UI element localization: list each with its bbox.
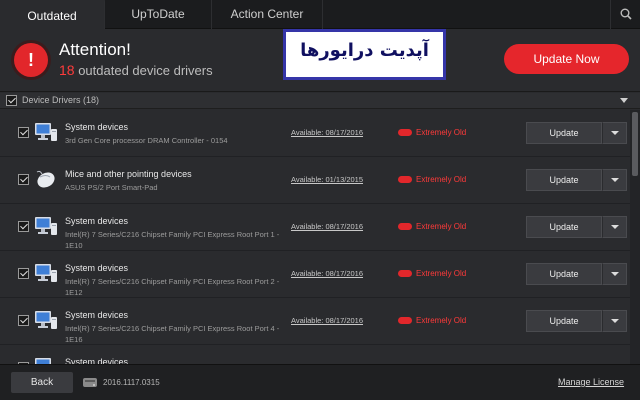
caption-overlay: آپدیت درایورها: [283, 29, 446, 80]
available-date-link[interactable]: Available: 08/17/2016: [291, 269, 363, 278]
tab-outdated[interactable]: Outdated: [0, 0, 105, 29]
outdated-count: 18: [59, 62, 75, 78]
row-checkbox[interactable]: [18, 221, 29, 232]
update-button[interactable]: Update: [526, 216, 602, 238]
device-category: System devices: [65, 310, 129, 320]
footer: Back 2016.1117.0315 Manage License: [0, 364, 640, 400]
device-category: System devices: [65, 263, 129, 273]
alert-icon: !: [14, 43, 48, 77]
driver-row: System devices: [0, 345, 630, 364]
update-button[interactable]: Update: [526, 122, 602, 144]
caption-overlay-text: آپدیت درایورها: [300, 40, 429, 61]
status-badge: Extremely Old: [416, 316, 467, 325]
update-dropdown-button[interactable]: [602, 122, 627, 144]
update-now-button[interactable]: Update Now: [504, 44, 629, 74]
available-date-link[interactable]: Available: 01/13/2015: [291, 175, 363, 184]
row-checkbox[interactable]: [18, 315, 29, 326]
status-badge: Extremely Old: [416, 175, 467, 184]
status-indicator: [398, 176, 412, 183]
status-indicator: [398, 270, 412, 277]
device-description: Intel(R) 7 Series/C216 Chipset Family PC…: [65, 324, 280, 344]
monitor-icon: [34, 215, 58, 237]
device-description: 3rd Gen Core processor DRAM Controller -…: [65, 136, 228, 145]
available-date-link[interactable]: Available: 08/17/2016: [291, 316, 363, 325]
update-button[interactable]: Update: [526, 310, 602, 332]
available-date-link[interactable]: Available: 08/17/2016: [291, 128, 363, 137]
available-date-link[interactable]: Available: 08/17/2016: [291, 222, 363, 231]
manage-license-link[interactable]: Manage License: [558, 377, 624, 387]
update-dropdown-button[interactable]: [602, 169, 627, 191]
update-dropdown-button[interactable]: [602, 310, 627, 332]
status-badge: Extremely Old: [416, 128, 467, 137]
mouse-icon: [34, 168, 58, 190]
monitor-icon: [34, 309, 58, 331]
status-indicator: [398, 223, 412, 230]
device-description: ASUS PS/2 Port Smart-Pad: [65, 183, 158, 192]
update-dropdown-button[interactable]: [602, 216, 627, 238]
scrollbar[interactable]: [630, 110, 640, 364]
driver-row: Mice and other pointing devices ASUS PS/2…: [0, 157, 630, 204]
driver-row: System devices Intel(R) 7 Series/C216 Chi…: [0, 204, 630, 251]
device-category: System devices: [65, 357, 129, 364]
device-category: System devices: [65, 122, 129, 132]
driver-list: System devices 3rd Gen Core processor DRA…: [0, 110, 630, 364]
driver-row: System devices 3rd Gen Core processor DRA…: [0, 110, 630, 157]
search-button[interactable]: [610, 0, 640, 29]
row-checkbox[interactable]: [18, 268, 29, 279]
back-button[interactable]: Back: [11, 372, 73, 393]
row-checkbox[interactable]: [18, 174, 29, 185]
monitor-icon: [34, 356, 58, 364]
alert-glyph: !: [28, 50, 34, 70]
section-label: Device Drivers (18): [22, 95, 100, 105]
status-badge: Extremely Old: [416, 269, 467, 278]
status-indicator: [398, 129, 412, 136]
status-badge: Extremely Old: [416, 222, 467, 231]
update-button[interactable]: Update: [526, 263, 602, 285]
select-all-checkbox[interactable]: [6, 95, 17, 106]
row-checkbox[interactable]: [18, 127, 29, 138]
attention-subtitle-text: outdated device drivers: [78, 63, 213, 78]
device-drivers-section: Device Drivers (18): [0, 93, 640, 109]
device-description: Intel(R) 7 Series/C216 Chipset Family PC…: [65, 230, 280, 250]
search-icon: [620, 8, 632, 20]
version-number: 2016.1117.0315: [103, 378, 160, 387]
tab-action-center[interactable]: Action Center: [212, 0, 323, 29]
hard-drive-icon: [83, 378, 97, 387]
attention-title: Attention!: [59, 40, 131, 59]
collapse-icon[interactable]: [620, 98, 628, 103]
update-dropdown-button[interactable]: [602, 263, 627, 285]
update-button[interactable]: Update: [526, 169, 602, 191]
device-category: Mice and other pointing devices: [65, 169, 192, 179]
driver-row: System devices Intel(R) 7 Series/C216 Chi…: [0, 298, 630, 345]
driver-row: System devices Intel(R) 7 Series/C216 Chi…: [0, 251, 630, 298]
tab-bar: Outdated UpToDate Action Center: [0, 0, 640, 29]
device-category: System devices: [65, 216, 129, 226]
tab-uptodate[interactable]: UpToDate: [105, 0, 212, 29]
monitor-icon: [34, 262, 58, 284]
status-indicator: [398, 317, 412, 324]
device-description: Intel(R) 7 Series/C216 Chipset Family PC…: [65, 277, 280, 297]
scroll-thumb[interactable]: [632, 112, 638, 176]
monitor-icon: [34, 121, 58, 143]
attention-subtitle: 18 outdated device drivers: [59, 62, 213, 78]
